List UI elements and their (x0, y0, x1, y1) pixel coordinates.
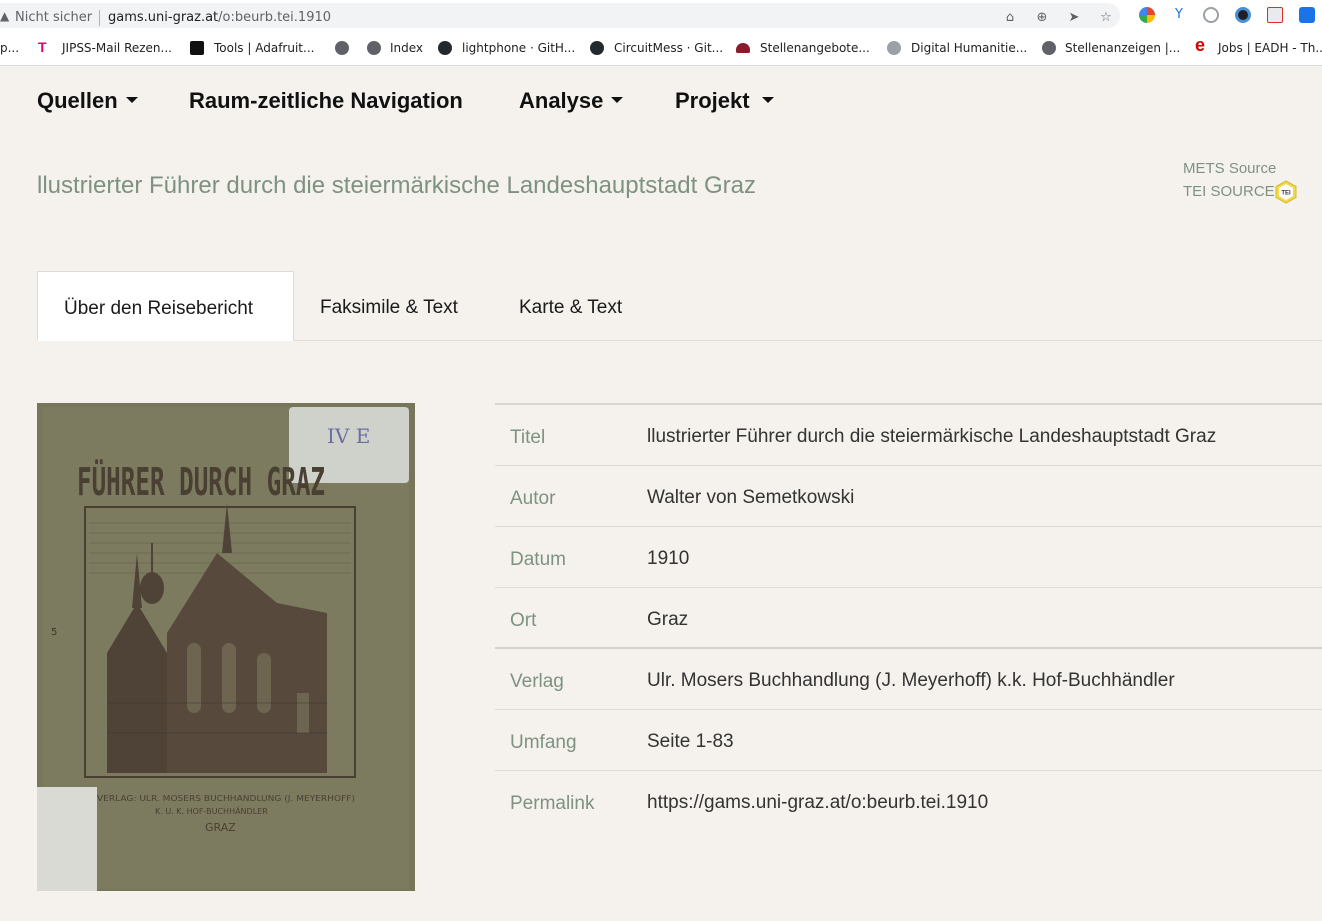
bookmark-item[interactable]: CircuitMess · Git... (614, 41, 723, 55)
star-icon[interactable]: ☆ (1098, 10, 1114, 26)
row-key: Autor (510, 488, 556, 509)
tab-label: Karte & Text (519, 297, 623, 318)
table-row: Verlag Ulr. Mosers Buchhandlung (J. Meye… (495, 649, 1322, 710)
bookmark-item[interactable]: p... (0, 41, 19, 55)
telekom-icon: T (38, 39, 47, 55)
globe-icon[interactable] (335, 41, 349, 55)
extension-y-icon[interactable]: Y (1171, 7, 1187, 23)
adafruit-icon (190, 41, 204, 55)
table-row: Ort Graz (495, 588, 1322, 649)
row-value: Seite 1-83 (647, 731, 734, 752)
nav-quellen[interactable]: Quellen (37, 88, 138, 114)
row-value: Walter von Semetkowski (647, 487, 855, 508)
bookmark-item[interactable]: JIPSS-Mail Rezen... (62, 41, 172, 55)
cover-imprint-2: K. U. K. HOF-BUCHHÄNDLER (155, 806, 268, 816)
caret-down-icon (611, 97, 624, 104)
nav-label: Quellen (37, 88, 118, 113)
globe-icon (1042, 41, 1056, 55)
bookmark-item[interactable]: Index (390, 41, 423, 55)
mets-source-link[interactable]: METS Source (1183, 160, 1276, 177)
cover-imprint-1: VERLAG: ULR. MOSERS BUCHHANDLUNG (J. MEY… (97, 794, 355, 803)
row-key: Permalink (510, 793, 595, 814)
extension-puzzle-icon[interactable] (1267, 7, 1283, 23)
tei-badge-text: TEI (1281, 191, 1291, 197)
extension-clock-icon[interactable] (1235, 7, 1251, 23)
bookmark-item[interactable]: Digital Humanitie... (911, 41, 1027, 55)
row-key: Datum (510, 549, 566, 570)
bookmark-item[interactable]: Stellenangebote... (760, 41, 870, 55)
send-icon[interactable]: ➤ (1066, 10, 1082, 26)
tei-source-link[interactable]: TEI SOURCE (1183, 183, 1275, 200)
row-value: 1910 (647, 548, 690, 569)
row-key: Titel (510, 427, 546, 448)
bookmark-item[interactable]: Stellenanzeigen |... (1065, 41, 1180, 55)
nav-label: Projekt (675, 88, 750, 113)
tab-label: Faksimile & Text (320, 297, 458, 318)
table-row: Autor Walter von Semetkowski (495, 466, 1322, 527)
warning-icon[interactable]: ▲ (0, 9, 9, 23)
globe-icon (367, 41, 381, 55)
page-title: llustrierter Führer durch die steiermärk… (37, 172, 756, 199)
tei-logo-icon[interactable]: TEI (1274, 180, 1298, 204)
extension-google-icon[interactable] (1139, 7, 1155, 23)
url-path: /o:beurb.tei.1910 (218, 10, 332, 25)
divider (99, 10, 100, 26)
row-value: Graz (647, 609, 689, 630)
dh-icon (887, 41, 901, 55)
row-key: Verlag (510, 671, 564, 692)
security-label[interactable]: Nicht sicher (15, 10, 92, 25)
github-icon (590, 41, 604, 55)
translate-icon[interactable]: ⌂ (1002, 10, 1018, 26)
table-row: Umfang Seite 1-83 (495, 710, 1322, 771)
extension-list-icon[interactable] (1299, 7, 1315, 23)
nav-analyse[interactable]: Analyse (519, 88, 624, 114)
shelf-mark: IV E (327, 424, 370, 448)
github-icon (438, 41, 452, 55)
table-row: Permalink https://gams.uni-graz.at/o:beu… (495, 771, 1322, 832)
tab-ueber-den-reisebericht[interactable]: Über den Reisebericht (37, 271, 294, 341)
row-key: Umfang (510, 732, 577, 753)
university-icon (736, 43, 750, 53)
nav-label: Analyse (519, 88, 604, 113)
caret-down-icon (761, 97, 774, 104)
browser-toolbar: ▲ Nicht sicher gams.uni-graz.at/o:beurb.… (0, 0, 1322, 32)
caret-down-icon (125, 97, 138, 104)
nav-label: Raum-zeitliche Navigation (189, 88, 463, 113)
extension-pause-icon[interactable] (1203, 7, 1219, 23)
url-text[interactable]: gams.uni-graz.at/o:beurb.tei.1910 (108, 10, 331, 25)
cover-imprint-3: GRAZ (205, 821, 236, 834)
tab-faksimile-text[interactable]: Faksimile & Text (294, 271, 484, 341)
cover-side-number: 5 (51, 627, 57, 638)
url-domain: gams.uni-graz.at (108, 10, 219, 25)
table-row: Titel llustrierter Führer durch die stei… (495, 405, 1322, 466)
table-row: Datum 1910 (495, 527, 1322, 588)
nav-raum-zeitliche-navigation[interactable]: Raum-zeitliche Navigation (189, 88, 463, 114)
tab-label: Über den Reisebericht (64, 298, 254, 319)
cover-title: FÜHRER DURCH GRAZ (77, 460, 325, 504)
permalink-link[interactable]: https://gams.uni-graz.at/o:beurb.tei.191… (647, 792, 988, 814)
row-value: Ulr. Mosers Buchhandlung (J. Meyerhoff) … (647, 670, 1175, 691)
zoom-icon[interactable]: ⊕ (1034, 10, 1050, 26)
book-cover-image: IV E FÜHRER DURCH GRAZ VERLAG: ULR. MOSE… (37, 403, 415, 891)
row-value: llustrierter Führer durch die steiermärk… (647, 426, 1217, 447)
row-key: Ort (510, 610, 537, 631)
bookmarks-bar: p... T JIPSS-Mail Rezen... Tools | Adafr… (0, 32, 1322, 66)
nav-projekt[interactable]: Projekt (675, 88, 774, 114)
bookmark-item[interactable]: Jobs | EADH - Th... (1218, 41, 1322, 55)
bookmark-item[interactable]: lightphone · GitH... (462, 41, 575, 55)
bookmark-item[interactable]: Tools | Adafruit... (214, 41, 314, 55)
tab-karte-text[interactable]: Karte & Text (493, 271, 648, 341)
metadata-table: Titel llustrierter Führer durch die stei… (495, 403, 1322, 832)
address-bar[interactable]: ▲ Nicht sicher gams.uni-graz.at/o:beurb.… (0, 3, 1120, 28)
eadh-icon: e (1195, 35, 1206, 55)
